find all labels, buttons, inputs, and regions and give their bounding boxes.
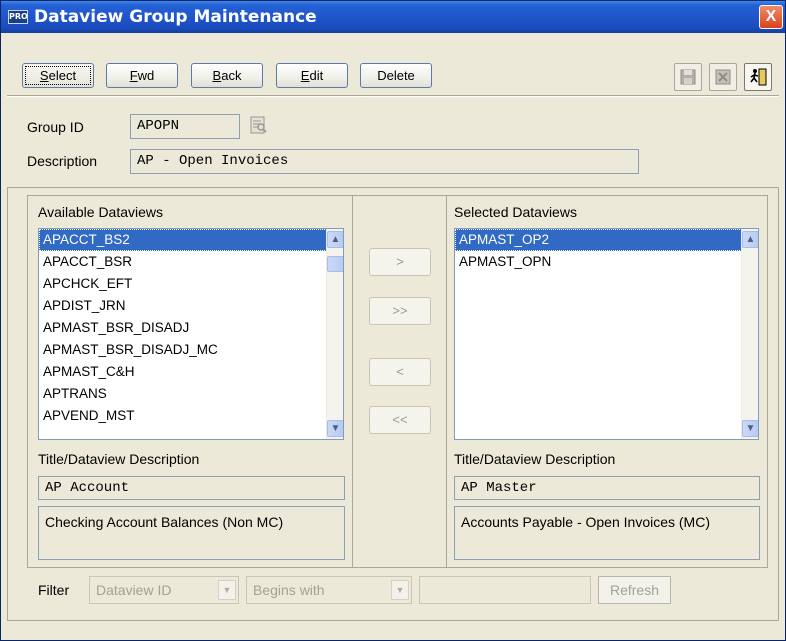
list-item[interactable]: APACCT_BS2 — [39, 229, 343, 251]
list-item[interactable]: APMAST_BSR_DISADJ — [39, 317, 343, 339]
chevron-down-icon[interactable]: ▼ — [218, 580, 236, 600]
title-bar[interactable]: PRO Dataview Group Maintenance X — [1, 1, 785, 33]
selected-scrollbar[interactable]: ▲ ▼ — [741, 229, 758, 439]
list-item[interactable]: APMAST_C&H — [39, 361, 343, 383]
exit-icon — [750, 68, 767, 86]
remove-all-button[interactable]: << — [369, 406, 431, 434]
toolbar-separator — [7, 95, 779, 97]
available-dataviews-list[interactable]: APACCT_BS2 APACCT_BSR APCHCK_EFT APDIST_… — [38, 228, 344, 440]
window-title: Dataview Group Maintenance — [34, 7, 317, 27]
chevron-down-icon[interactable]: ▼ — [391, 580, 409, 600]
scroll-up-icon[interactable]: ▲ — [327, 231, 343, 248]
list-item[interactable]: APCHCK_EFT — [39, 273, 343, 295]
available-scrollbar[interactable]: ▲ ▼ — [326, 229, 343, 439]
list-item[interactable]: APVEND_MST — [39, 405, 343, 427]
save-icon-button[interactable] — [674, 63, 702, 91]
description-label: Description — [27, 153, 98, 169]
app-icon: PRO — [8, 10, 28, 24]
fwd-button-label: Fwd — [129, 68, 155, 83]
dataview-group-maintenance-window: PRO Dataview Group Maintenance X Select … — [0, 0, 786, 641]
refresh-button-label: Refresh — [609, 582, 660, 598]
filter-operator-value: Begins with — [253, 582, 325, 598]
filter-field-select[interactable]: Dataview ID ▼ — [89, 576, 239, 604]
list-item[interactable]: APTRANS — [39, 383, 343, 405]
scroll-up-icon[interactable]: ▲ — [742, 231, 758, 248]
selected-desc-heading: Title/Dataview Description — [454, 451, 616, 467]
selected-dataviews-heading: Selected Dataviews — [454, 204, 577, 220]
delete-button-label: Delete — [377, 68, 415, 83]
list-item[interactable]: APMAST_OPN — [455, 251, 758, 273]
list-item[interactable]: APMAST_BSR_DISADJ_MC — [39, 339, 343, 361]
add-all-button[interactable]: >> — [369, 297, 431, 325]
filter-field-value: Dataview ID — [96, 582, 172, 598]
list-item[interactable]: APACCT_BSR — [39, 251, 343, 273]
scroll-thumb[interactable] — [327, 256, 343, 272]
cancel-icon — [715, 69, 731, 85]
right-divider — [446, 195, 447, 568]
remove-selected-button[interactable]: < — [369, 358, 431, 386]
available-title-field: AP Account — [38, 476, 345, 500]
edit-button[interactable]: Edit — [276, 63, 348, 88]
group-id-label: Group ID — [27, 119, 84, 135]
close-button[interactable]: X — [759, 5, 783, 29]
back-button[interactable]: Back — [191, 63, 263, 88]
selected-title-field: AP Master — [454, 476, 760, 500]
lookup-icon[interactable] — [250, 115, 268, 135]
select-button-label: Select — [39, 68, 77, 83]
save-icon — [680, 69, 696, 85]
filter-label: Filter — [38, 582, 70, 598]
available-dataviews-heading: Available Dataviews — [38, 204, 164, 220]
left-divider — [352, 195, 353, 568]
cancel-icon-button[interactable] — [709, 63, 737, 91]
delete-button[interactable]: Delete — [360, 63, 432, 88]
filter-text-input[interactable] — [419, 576, 591, 604]
list-item[interactable]: APMAST_OP2 — [455, 229, 758, 251]
selected-dataviews-list[interactable]: APMAST_OP2 APMAST_OPN ▲ ▼ — [454, 228, 759, 440]
selected-description-field: Accounts Payable - Open Invoices (MC) — [454, 506, 760, 560]
refresh-button[interactable]: Refresh — [598, 576, 671, 604]
fwd-button[interactable]: Fwd — [106, 63, 178, 88]
scroll-down-icon[interactable]: ▼ — [742, 420, 758, 437]
edit-button-label: Edit — [300, 68, 324, 83]
add-selected-button[interactable]: > — [369, 248, 431, 276]
filter-operator-select[interactable]: Begins with ▼ — [246, 576, 412, 604]
available-description-field: Checking Account Balances (Non MC) — [38, 506, 345, 560]
back-button-label: Back — [212, 68, 242, 83]
available-desc-heading: Title/Dataview Description — [38, 451, 200, 467]
group-id-field[interactable]: APOPN — [130, 114, 240, 139]
select-button[interactable]: Select — [22, 63, 94, 88]
description-field[interactable]: AP - Open Invoices — [130, 149, 639, 174]
exit-icon-button[interactable] — [744, 63, 772, 91]
list-item[interactable]: APDIST_JRN — [39, 295, 343, 317]
scroll-down-icon[interactable]: ▼ — [327, 420, 343, 437]
